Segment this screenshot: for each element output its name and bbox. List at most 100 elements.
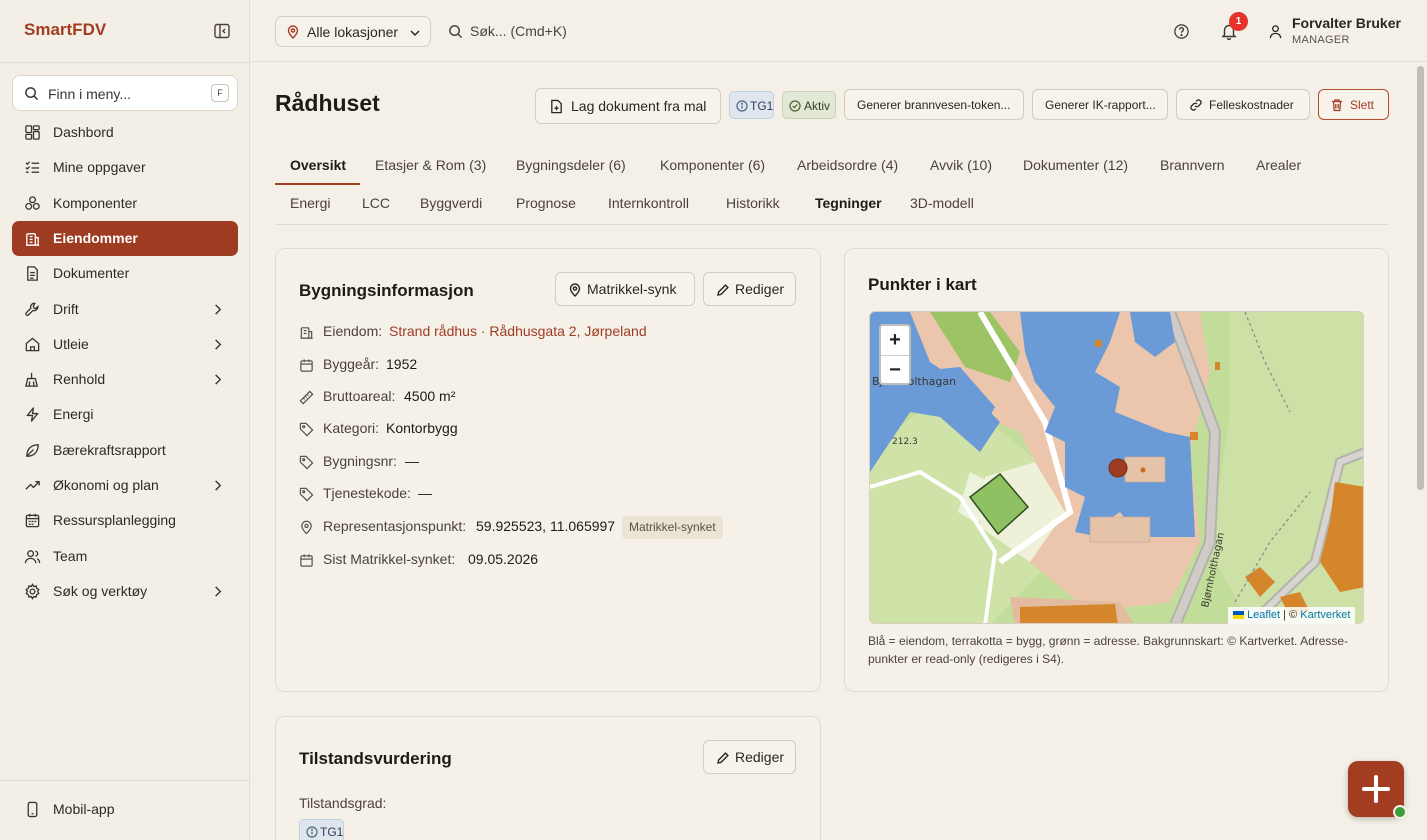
info-value: — (418, 485, 432, 501)
menu-search-input[interactable]: Finn i meny... F (12, 75, 238, 111)
map-pin-icon (569, 283, 581, 297)
sidebar-item-okonomi[interactable]: Økonomi og plan (12, 468, 238, 503)
tag-icon (299, 487, 314, 502)
tab-tegninger[interactable]: Tegninger (815, 195, 882, 211)
calendar-icon (300, 359, 313, 372)
tag-icon (299, 422, 314, 437)
sidebar-item-eiendommer[interactable]: Eiendommer (12, 221, 238, 256)
sidebar-item-label: Team (53, 548, 88, 564)
ukraine-flag-icon (1233, 611, 1244, 620)
user-role: MANAGER (1292, 34, 1350, 46)
shared-costs-button[interactable]: Felleskostnader (1176, 89, 1310, 120)
calendar-icon (300, 554, 313, 567)
sidebar-item-label: Søk og verktøy (53, 583, 148, 599)
status-badge-label: Aktiv (804, 99, 831, 113)
tab-oversikt[interactable]: Oversikt (290, 157, 346, 173)
info-value: 09.05.2026 (468, 551, 539, 567)
info-value: 1952 (386, 356, 418, 372)
sidebar-item-renhold[interactable]: Renhold (12, 362, 238, 397)
sidebar-item-team[interactable]: Team (12, 539, 238, 574)
sidebar-item-label: Økonomi og plan (53, 477, 159, 493)
map-attribution: Leaflet | © Kartverket (1228, 607, 1356, 624)
divider (0, 62, 250, 63)
tab-dokumenter[interactable]: Dokumenter (12) (1023, 157, 1128, 173)
shortcut-hint: F (211, 84, 229, 102)
sidebar-item-mobil-app[interactable]: Mobil-app (12, 792, 238, 827)
info-value: 59.925523, 11.065997 (476, 518, 616, 534)
attribution-separator: | © (1283, 609, 1298, 621)
wrench-icon (25, 302, 39, 316)
map-tiles: Bjørnholthagan 212.3 Bjørnholthagan (870, 312, 1363, 623)
condition-card (275, 716, 821, 840)
delete-button[interactable]: Slett (1318, 89, 1389, 120)
location-select[interactable]: Alle lokasjoner (275, 16, 431, 47)
user-icon[interactable] (1268, 24, 1283, 39)
sidebar-collapse-icon[interactable] (213, 22, 231, 40)
ruler-icon (299, 390, 314, 405)
user-name[interactable]: Forvalter Bruker (1292, 15, 1401, 31)
pencil-icon (717, 752, 729, 764)
chevron-down-icon (410, 30, 420, 37)
property-link[interactable]: Strand rådhus · Rådhusgata 2, Jørpeland (389, 323, 647, 339)
matrikkel-sync-button[interactable]: Matrikkel-synk (555, 272, 695, 306)
tab-avvik[interactable]: Avvik (10) (930, 157, 992, 173)
tab-komponenter[interactable]: Komponenter (6) (660, 157, 765, 173)
mobile-icon (27, 801, 38, 818)
sidebar-item-dashbord[interactable]: Dashbord (12, 115, 238, 150)
matrikkel-synced-badge: Matrikkel-synket (622, 516, 723, 539)
zoom-out-button[interactable]: − (881, 356, 909, 384)
generate-fire-token-button[interactable]: Generer brannvesen-token... (844, 89, 1024, 120)
online-status-dot (1393, 805, 1407, 819)
sidebar-item-drift[interactable]: Drift (12, 292, 238, 327)
tab-3d-modell[interactable]: 3D-modell (910, 195, 974, 211)
tab-historikk[interactable]: Historikk (726, 195, 780, 211)
link-icon (1190, 99, 1202, 111)
generate-fire-token-label: Generer brannvesen-token... (857, 98, 1011, 112)
sidebar-item-sok-og-verktoy[interactable]: Søk og verktøy (12, 574, 238, 609)
help-icon[interactable] (1173, 23, 1190, 40)
chevron-right-icon (215, 374, 222, 385)
tab-internkontroll[interactable]: Internkontroll (608, 195, 689, 211)
chevron-right-icon (215, 480, 222, 491)
brand-logo[interactable]: SmartFDV (24, 20, 106, 40)
building-info-title: Bygningsinformasjon (299, 281, 474, 300)
tab-etasjer-rom[interactable]: Etasjer & Rom (3) (375, 157, 486, 173)
zoom-in-button[interactable]: + (881, 326, 909, 354)
broom-icon (25, 372, 39, 387)
make-document-button[interactable]: Lag dokument fra mal (535, 88, 721, 124)
tg-badge-label: TG1 (750, 99, 774, 113)
sidebar-item-label: Dokumenter (53, 265, 130, 281)
sidebar-item-baerekraftsrapport[interactable]: Bærekraftsrapport (12, 433, 238, 468)
sidebar-item-energi[interactable]: Energi (12, 397, 238, 432)
edit-condition-button[interactable]: Rediger (703, 740, 796, 774)
scrollbar-thumb[interactable] (1417, 66, 1424, 490)
info-label: Kategori: (323, 420, 380, 436)
tab-brannvern[interactable]: Brannvern (1160, 157, 1225, 173)
tab-lcc[interactable]: LCC (362, 195, 390, 211)
sidebar-item-dokumenter[interactable]: Dokumenter (12, 256, 238, 291)
map-view[interactable]: Bjørnholthagan 212.3 Bjørnholthagan (869, 311, 1364, 624)
location-select-value: Alle lokasjoner (307, 24, 399, 40)
edit-building-button[interactable]: Rediger (703, 272, 796, 306)
tab-bygningsdeler[interactable]: Bygningsdeler (6) (516, 157, 626, 173)
info-label: Tjenestekode: (323, 485, 411, 501)
sidebar-item-label: Utleie (53, 336, 89, 352)
kartverket-link[interactable]: Kartverket (1300, 609, 1350, 621)
sidebar-item-utleie[interactable]: Utleie (12, 327, 238, 362)
tab-energi[interactable]: Energi (290, 195, 330, 211)
generate-ik-report-button[interactable]: Generer IK-rapport... (1032, 89, 1168, 120)
leaflet-link[interactable]: Leaflet (1247, 609, 1280, 621)
tab-byggverdi[interactable]: Byggverdi (420, 195, 482, 211)
info-value: — (405, 453, 419, 469)
sidebar-item-label: Mine oppgaver (53, 159, 146, 175)
tab-arbeidsordre[interactable]: Arbeidsordre (4) (797, 157, 898, 173)
sidebar-item-mine-oppgaver[interactable]: Mine oppgaver (12, 150, 238, 185)
sidebar-item-komponenter[interactable]: Komponenter (12, 186, 238, 221)
sidebar-item-ressursplanlegging[interactable]: Ressursplanlegging (12, 503, 238, 538)
team-icon (24, 550, 41, 564)
calendar-icon (25, 513, 40, 528)
global-search-input[interactable]: Søk... (Cmd+K) (470, 23, 567, 39)
chevron-right-icon (215, 339, 222, 350)
tab-prognose[interactable]: Prognose (516, 195, 576, 211)
tab-arealer[interactable]: Arealer (1256, 157, 1301, 173)
